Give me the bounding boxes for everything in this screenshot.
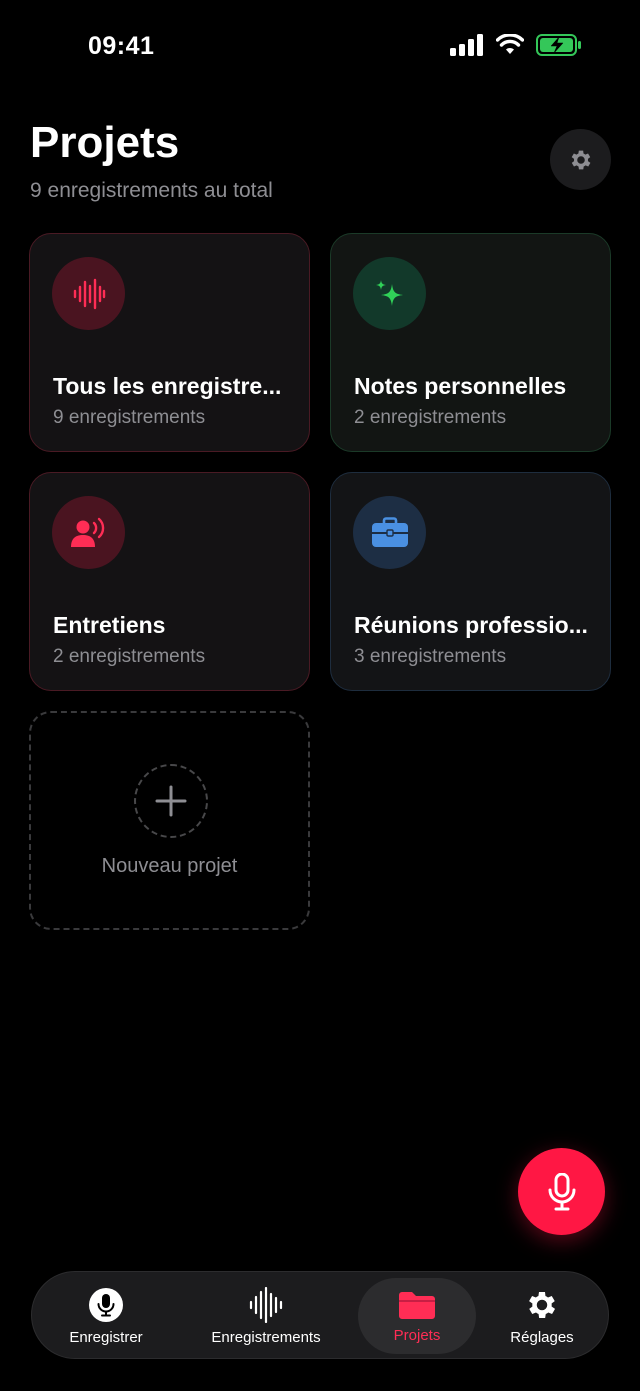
project-title: Tous les enregistre...	[53, 373, 282, 399]
project-title: Réunions professio...	[354, 612, 588, 638]
wifi-icon	[496, 34, 524, 54]
tab-label: Réglages	[510, 1328, 574, 1346]
microphone-icon	[548, 1172, 575, 1210]
status-icons	[450, 34, 582, 56]
microphone-icon	[89, 1287, 123, 1322]
battery-charging-icon	[536, 34, 581, 56]
page-subtitle: 9 enregistrements au total	[30, 179, 273, 202]
record-fab-button[interactable]	[518, 1148, 605, 1235]
cellular-signal-icon	[450, 34, 483, 56]
briefcase-icon	[371, 516, 408, 547]
sparkles-icon	[375, 279, 403, 306]
project-title: Entretiens	[53, 612, 166, 638]
person-speaking-icon	[70, 517, 104, 547]
project-card-meetings[interactable]: Réunions professio... 3 enregistrements	[330, 472, 611, 691]
project-icon-badge	[353, 496, 426, 569]
tab-projects[interactable]: Projets	[358, 1278, 476, 1354]
plus-icon	[155, 785, 187, 817]
project-title: Notes personnelles	[354, 373, 567, 399]
project-icon-badge	[353, 257, 426, 330]
new-project-label: Nouveau projet	[101, 855, 238, 877]
status-bar: 09:41	[0, 0, 640, 94]
new-project-button[interactable]: Nouveau projet	[29, 711, 310, 930]
folder-icon	[399, 1291, 435, 1319]
tab-settings[interactable]: Réglages	[487, 1272, 597, 1360]
settings-button[interactable]	[550, 129, 611, 190]
tab-record[interactable]: Enregistrer	[46, 1272, 166, 1360]
waveform-icon	[249, 1286, 283, 1323]
project-icon-badge	[52, 496, 125, 569]
project-card-all[interactable]: Tous les enregistre... 9 enregistrements	[29, 233, 310, 452]
project-count: 3 enregistrements	[354, 646, 507, 667]
tab-bar: Enregistrer Enregistrements Projets Régl…	[31, 1271, 609, 1359]
gear-icon	[571, 150, 590, 169]
project-icon-badge	[52, 257, 125, 330]
tab-label: Enregistrer	[69, 1328, 143, 1346]
status-time: 09:41	[88, 32, 155, 60]
project-card-interviews[interactable]: Entretiens 2 enregistrements	[29, 472, 310, 691]
page-title: Projets	[30, 118, 180, 167]
plus-icon-badge	[134, 764, 208, 838]
project-count: 2 enregistrements	[53, 646, 206, 667]
project-count: 2 enregistrements	[354, 407, 507, 428]
tab-label: Enregistrements	[211, 1328, 321, 1346]
waveform-icon	[73, 278, 105, 309]
project-count: 9 enregistrements	[53, 407, 206, 428]
project-card-notes[interactable]: Notes personnelles 2 enregistrements	[330, 233, 611, 452]
tab-recordings[interactable]: Enregistrements	[192, 1272, 340, 1360]
tab-label: Projets	[393, 1326, 441, 1344]
gear-icon	[529, 1291, 556, 1318]
